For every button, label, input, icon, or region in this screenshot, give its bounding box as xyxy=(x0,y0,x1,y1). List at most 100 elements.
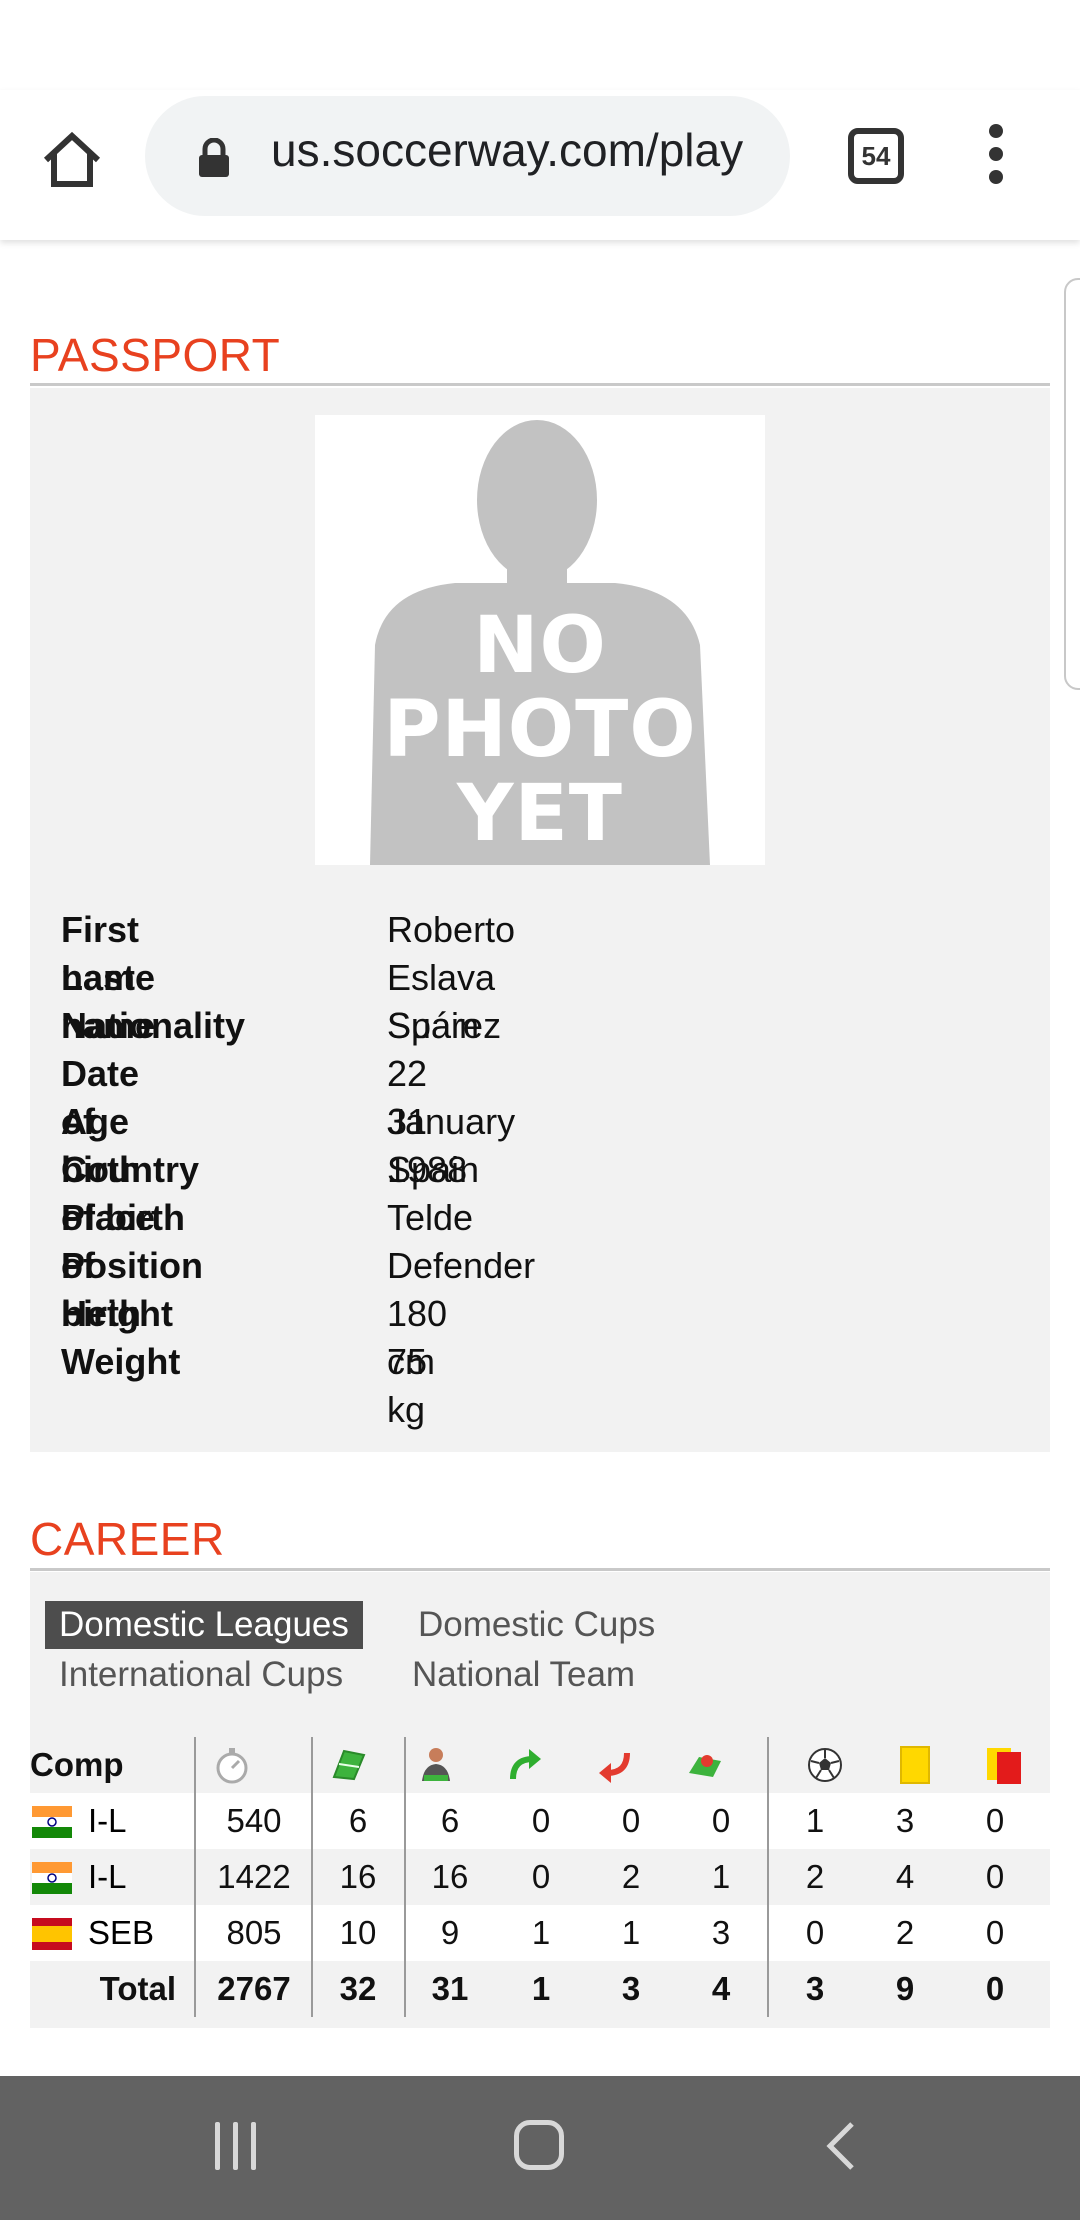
stat-cell: 0 xyxy=(985,1858,1005,1895)
comp-header: Comp xyxy=(30,1746,124,1783)
substitute-out-icon xyxy=(585,1737,645,1793)
stat-cell: 0 xyxy=(531,1802,551,1839)
scroll-indicator[interactable] xyxy=(1064,278,1080,690)
home-icon[interactable] xyxy=(38,126,106,194)
stopwatch-icon xyxy=(196,1737,268,1793)
tab-switcher-button[interactable]: 54 xyxy=(848,128,904,184)
url-bar[interactable]: us.soccerway.com/play xyxy=(145,96,790,216)
info-value: Telde xyxy=(387,1197,474,1238)
stat-cell: 3 xyxy=(895,1802,915,1839)
no-photo-line-2: PHOTO xyxy=(383,685,697,775)
table-row: I-L 540 6 6 0 0 0 1 3 0 xyxy=(30,1793,1050,1849)
no-photo-line-1: NO xyxy=(473,601,607,691)
stat-cell: 4 xyxy=(895,1858,915,1895)
total-cell: 0 xyxy=(985,1970,1005,2007)
tab-domestic-leagues[interactable]: Domestic Leagues xyxy=(45,1601,363,1649)
status-bar xyxy=(0,0,1080,90)
back-icon[interactable] xyxy=(822,2120,862,2172)
no-photo-line-3: YET xyxy=(457,769,623,859)
spain-flag xyxy=(32,1918,72,1950)
info-value: Defender xyxy=(387,1245,536,1286)
career-title: CAREER xyxy=(30,1513,225,1565)
total-cell: 31 xyxy=(431,1970,469,2007)
passport-divider xyxy=(30,383,1050,386)
url-text: us.soccerway.com/play xyxy=(271,124,744,176)
total-cell: 9 xyxy=(895,1970,915,2007)
stat-cell: 0 xyxy=(805,1914,825,1951)
column-divider xyxy=(194,1737,196,2017)
stat-cell: 6 xyxy=(440,1802,460,1839)
info-value: Roberto xyxy=(387,909,516,950)
total-cell: 2767 xyxy=(217,1970,291,2007)
recents-icon[interactable] xyxy=(213,2122,261,2170)
bench-icon xyxy=(675,1737,735,1793)
tab-domestic-cups[interactable]: Domestic Cups xyxy=(404,1601,669,1649)
competition-link[interactable]: I-L xyxy=(88,1849,127,1905)
table-header-row: Comp xyxy=(30,1737,1050,1793)
total-label: Total xyxy=(99,1970,176,2007)
stat-cell: 0 xyxy=(985,1914,1005,1951)
stat-cell: 10 xyxy=(339,1914,377,1951)
india-flag xyxy=(32,1806,72,1838)
stat-cell: 16 xyxy=(431,1858,469,1895)
info-label: Nationality xyxy=(61,1005,246,1046)
stat-cell: 805 xyxy=(226,1914,282,1951)
career-panel: Domestic Leagues Domestic Cups Internati… xyxy=(30,1572,1050,2028)
competition-link[interactable]: I-L xyxy=(88,1793,127,1849)
passport-panel: NO PHOTO YET First name Roberto Last nam… xyxy=(30,388,1050,1452)
ball-icon xyxy=(795,1737,855,1793)
tab-national-team[interactable]: National Team xyxy=(398,1651,649,1699)
red-card-icon xyxy=(975,1737,1035,1793)
lock-icon xyxy=(197,137,231,178)
table-total-row: Total 2767 32 31 1 3 4 3 9 0 xyxy=(30,1961,1050,2017)
info-label: Weight xyxy=(61,1341,181,1382)
info-label: Height xyxy=(61,1293,173,1334)
more-menu-icon[interactable] xyxy=(984,124,1008,188)
stat-cell: 6 xyxy=(348,1802,368,1839)
info-label: Age xyxy=(61,1101,130,1142)
info-label: Position xyxy=(61,1245,203,1286)
stat-cell: 0 xyxy=(985,1802,1005,1839)
stat-cell: 0 xyxy=(621,1802,641,1839)
total-cell: 32 xyxy=(339,1970,377,2007)
table-row: SEB 805 10 9 1 1 3 0 2 0 xyxy=(30,1905,1050,1961)
tab-international-cups[interactable]: International Cups xyxy=(45,1651,357,1699)
competition-link[interactable]: SEB xyxy=(88,1905,154,1961)
stat-cell: 0 xyxy=(711,1802,731,1839)
info-value: 31 xyxy=(387,1101,428,1142)
player-lineup-icon xyxy=(400,1737,472,1793)
stat-cell: 3 xyxy=(711,1914,731,1951)
column-divider xyxy=(311,1737,313,2017)
substitute-in-icon xyxy=(495,1737,555,1793)
stat-cell: 1 xyxy=(621,1914,641,1951)
system-nav-bar xyxy=(0,2076,1080,2220)
career-divider xyxy=(30,1568,1050,1571)
info-value: Spain xyxy=(387,1005,480,1046)
total-cell: 1 xyxy=(531,1970,551,2007)
india-flag xyxy=(32,1862,72,1894)
total-cell: 4 xyxy=(711,1970,731,2007)
stat-cell: 2 xyxy=(805,1858,825,1895)
total-cell: 3 xyxy=(805,1970,825,2007)
stat-cell: 1 xyxy=(711,1858,731,1895)
no-photo-placeholder: NO PHOTO YET xyxy=(315,415,765,865)
table-row: I-L 1422 16 16 0 2 1 2 4 0 xyxy=(30,1849,1050,1905)
browser-toolbar: us.soccerway.com/play 54 xyxy=(0,90,1080,240)
stat-cell: 540 xyxy=(226,1802,282,1839)
stat-cell: 2 xyxy=(895,1914,915,1951)
stat-cell: 16 xyxy=(339,1858,377,1895)
yellow-card-icon xyxy=(885,1737,945,1793)
column-divider xyxy=(767,1737,769,2017)
column-divider xyxy=(404,1737,406,2017)
nav-home-icon[interactable] xyxy=(514,2120,564,2170)
stat-cell: 1 xyxy=(531,1914,551,1951)
stat-cell: 0 xyxy=(531,1858,551,1895)
stat-cell: 1 xyxy=(805,1802,825,1839)
stat-cell: 9 xyxy=(440,1914,460,1951)
info-value: Spain xyxy=(387,1149,480,1190)
passport-title: PASSPORT xyxy=(30,329,281,381)
stat-cell: 1422 xyxy=(217,1858,291,1895)
total-cell: 3 xyxy=(621,1970,641,2007)
pitch-icon xyxy=(318,1737,378,1793)
info-value: 75 kg xyxy=(387,1341,428,1430)
